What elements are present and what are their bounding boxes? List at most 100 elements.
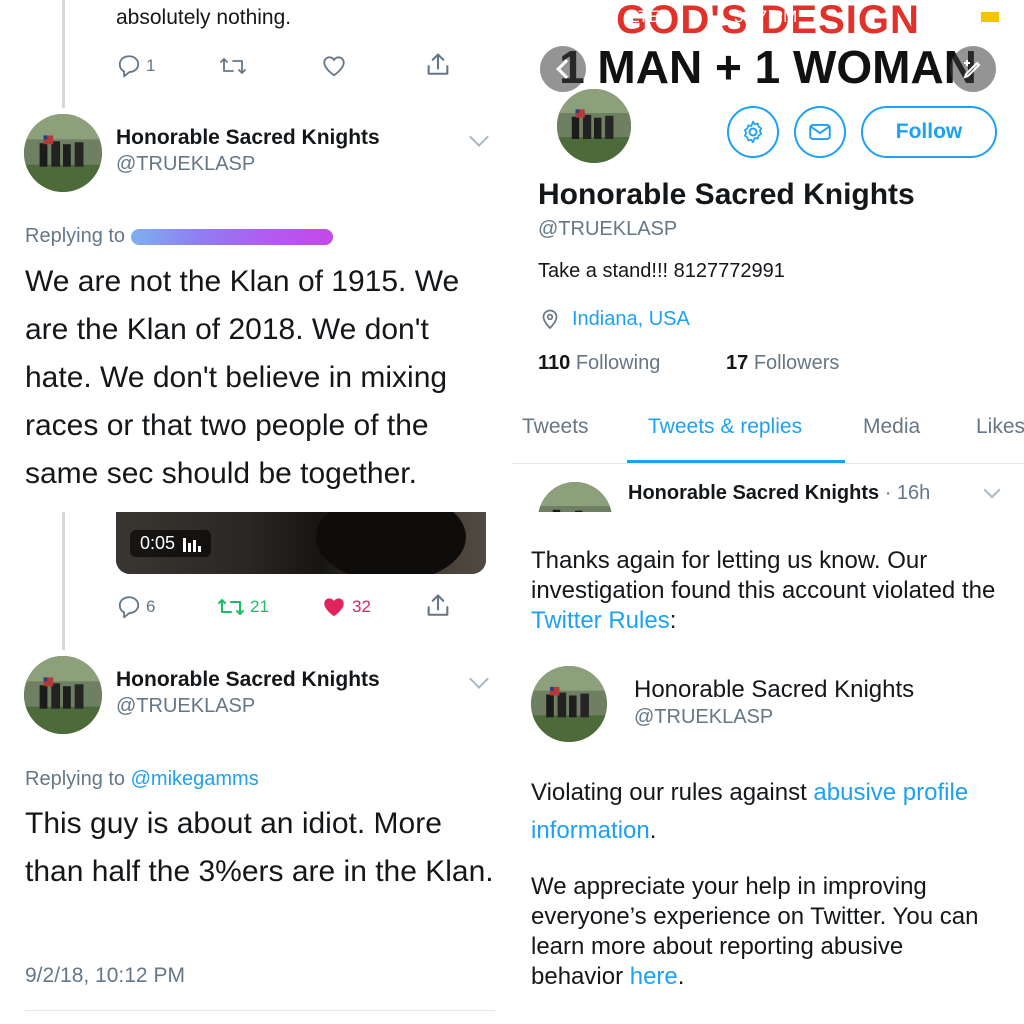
notice-intro-end: : [669,607,677,634]
profile-avatar[interactable] [554,86,634,166]
tab-likes[interactable]: Likes [976,415,1024,439]
avatar-image [531,666,607,742]
author-name[interactable]: Honorable Sacred Knights [116,126,380,150]
video-duration: 0:05 [140,533,176,553]
preview-name-text: Honorable Sacred Knights [628,482,880,504]
avatar[interactable] [24,114,102,192]
profile-name: Honorable Sacred Knights [538,178,915,211]
chevron-down-icon[interactable] [469,127,489,147]
tab-tweets-replies[interactable]: Tweets & replies [648,415,802,439]
share-action[interactable] [424,592,452,620]
share-icon [427,594,449,616]
clock: 3:57 PM [734,7,798,26]
notice-closing-end: . [677,963,685,990]
following-stat[interactable]: 110 Following [538,352,660,375]
following-count: 110 [538,352,571,374]
envelope-icon [809,123,831,141]
avatar-image [24,656,102,734]
author-name[interactable]: Honorable Sacred Knights [116,668,380,692]
preview-author-name[interactable]: Honorable Sacred Knights · 16h [628,482,930,505]
video-player[interactable]: 0:05 [116,512,486,574]
back-button[interactable] [540,46,586,92]
reported-account-name: Honorable Sacred Knights [634,676,915,703]
video-figure [316,512,466,574]
follow-button[interactable]: Follow [861,106,997,158]
chevron-down-icon[interactable] [983,481,1001,499]
battery-fill [981,12,999,22]
compose-button[interactable] [950,46,996,92]
avatar-image [24,114,102,192]
tweet-body: We are not the Klan of 1915. We are the … [25,265,460,490]
author-handle[interactable]: @TRUEKLASP [116,695,255,718]
reply-action[interactable]: 1 [116,53,155,79]
followers-count: 17 [726,352,749,374]
notice-closing-text: We appreciate your help in improving eve… [531,873,979,990]
avatar[interactable] [538,482,612,512]
like-action[interactable]: 32 [320,594,371,620]
screenshot-divider [510,0,512,1024]
replying-to: Replying to [25,225,341,248]
reported-account-avatar [531,666,607,742]
like-count: 32 [352,597,371,616]
tab-tweets[interactable]: Tweets [522,415,589,439]
twitter-rules-link[interactable]: Twitter Rules [531,607,670,634]
reply-icon [118,596,140,619]
divider [25,1010,495,1011]
tweet-preview-clip: Honorable Sacred Knights · 16h [512,470,1024,512]
tweet-text-tail: absolutely nothing. [116,6,292,29]
reporting-help-link[interactable]: here [630,963,678,990]
profile-location: Indiana, USA [538,307,690,331]
settings-button[interactable] [727,106,779,158]
share-action[interactable] [424,51,452,79]
notice-intro-text: Thanks again for letting us know. Our in… [531,547,996,604]
heart-icon [324,598,344,617]
replying-to-user-redacted[interactable] [130,228,341,246]
reply-icon [118,55,140,78]
followers-label: Followers [753,352,840,374]
heart-icon [323,56,345,77]
retweet-icon [220,58,246,74]
avatar[interactable] [24,656,102,734]
share-icon [427,53,449,75]
avatar-image [538,482,612,512]
replying-to: Replying to @mikegamms [25,768,259,791]
right-screenshot: GOD'S DESIGN 1 MAN + 1 WOMAN ●●●○ AT&T L… [512,0,1024,1024]
retweet-action[interactable]: 21 [216,594,269,620]
reply-action[interactable]: 6 [116,594,155,620]
reply-count: 1 [146,56,156,75]
replying-to-label: Replying to [25,768,126,790]
compose-icon [963,60,981,79]
tab-divider [512,463,1024,464]
violation-end: . [649,817,657,844]
retweet-action[interactable] [218,53,248,79]
location-pin-icon [542,309,558,330]
notice-closing: We appreciate your help in improving eve… [531,872,1001,992]
violation-prefix: Violating our rules against [531,779,807,806]
video-duration-badge: 0:05 [130,530,212,557]
signal-dots: ●●●○ [524,6,570,25]
network-type: LTE [630,7,660,26]
author-handle[interactable]: @TRUEKLASP [116,153,255,176]
message-button[interactable] [794,106,846,158]
retweet-count: 21 [250,597,269,616]
left-screenshot: absolutely nothing. 1 Honorable Sacred K… [0,0,512,1024]
audio-bars-icon [183,537,202,552]
tab-media[interactable]: Media [863,415,920,439]
like-action[interactable] [320,53,348,79]
replying-to-label: Replying to [25,225,126,247]
redaction-scribble [130,228,333,245]
preview-time: · 16h [884,482,931,504]
location-link[interactable]: Indiana, USA [572,308,690,331]
carrier: AT&T [572,7,615,26]
followers-stat[interactable]: 17 Followers [726,352,839,375]
retweet-icon [218,599,244,615]
notice-intro: Thanks again for letting us know. Our in… [531,546,1001,636]
profile-handle: @TRUEKLASP [538,218,678,240]
violation-text: Violating our rules against abusive prof… [531,774,1011,850]
profile-bio: Take a stand!!! 8127772991 [538,260,785,282]
battery-icon [978,9,1010,25]
replying-to-user[interactable]: @mikegamms [131,768,259,790]
thread-line [62,0,65,108]
chevron-left-icon [556,59,576,79]
chevron-down-icon[interactable] [469,669,489,689]
